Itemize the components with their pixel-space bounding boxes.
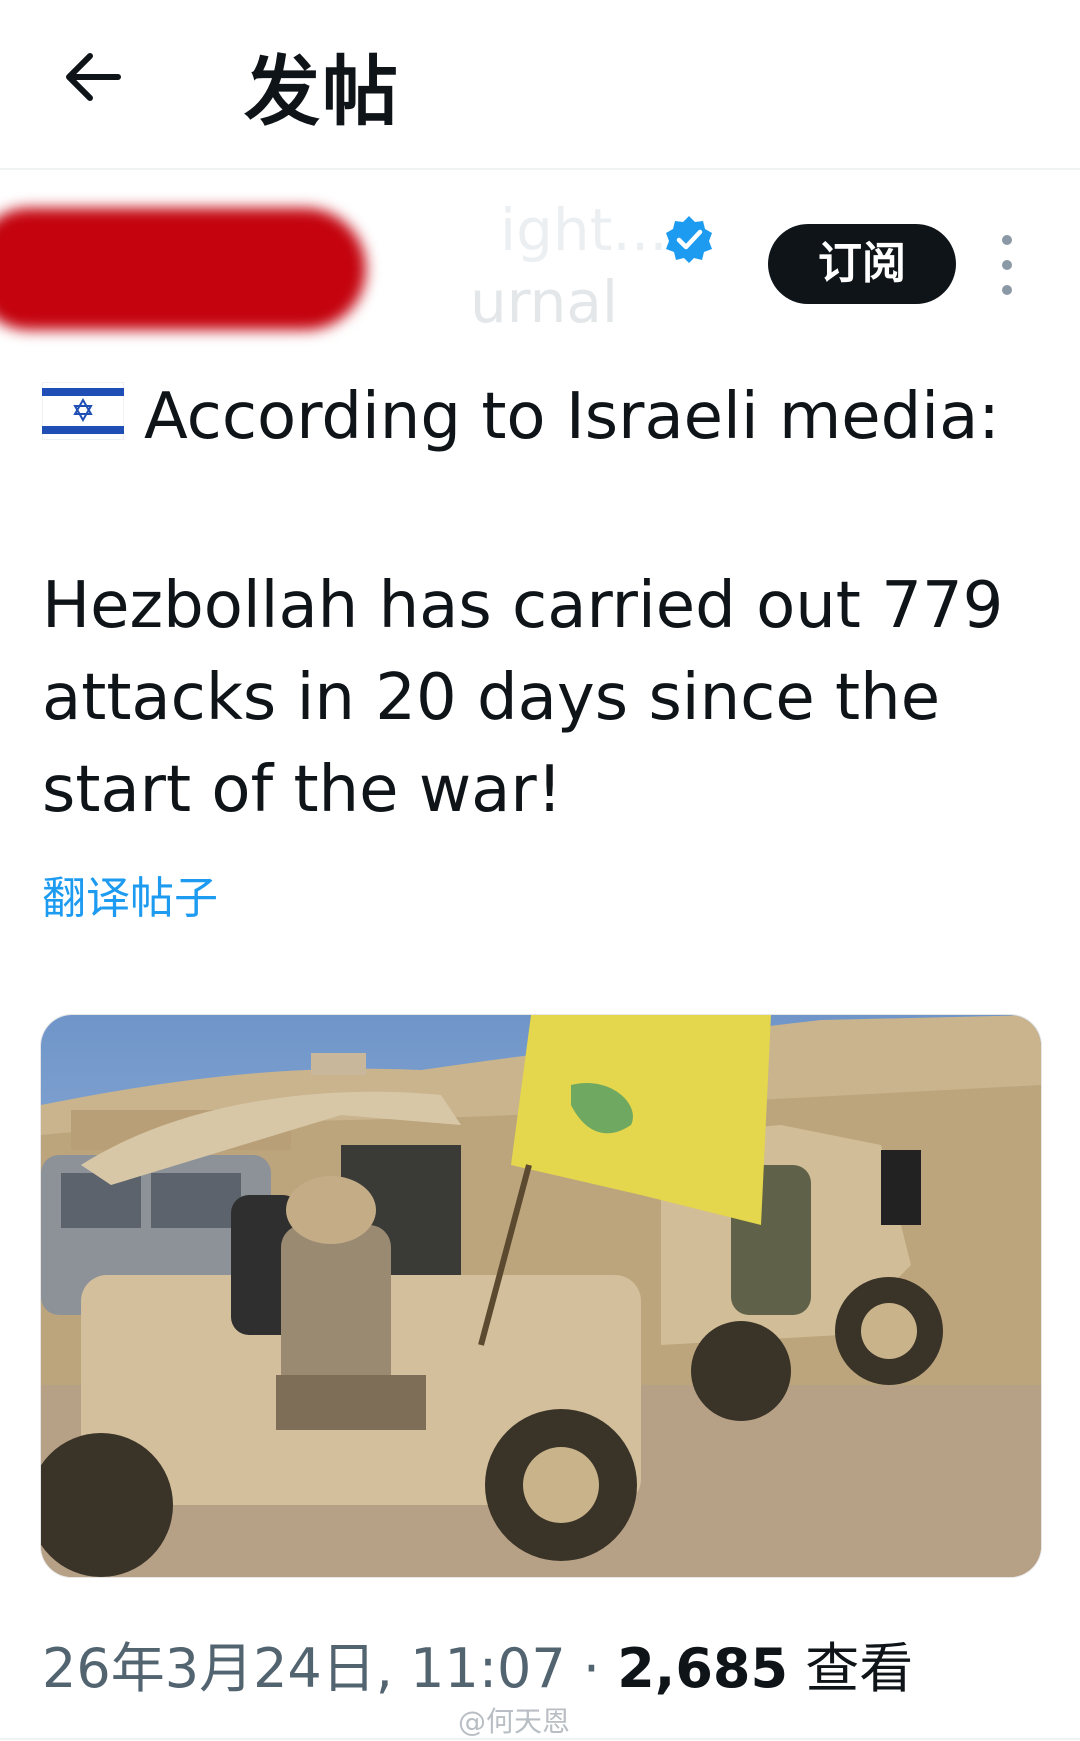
verified-badge-icon [666, 216, 712, 263]
author-row: ight... urnal 订阅 [0, 190, 1080, 360]
redacted-author-name [0, 200, 366, 330]
author-name[interactable]: ight... [500, 196, 668, 264]
post-lead-line: According to Israeli media: [42, 380, 1000, 460]
post-body: Hezbollah has carried out 779 attacks in… [42, 560, 1042, 836]
page-title: 发帖 [244, 47, 400, 136]
post-media-image[interactable] [40, 1014, 1042, 1578]
watermark: @何天恩 [458, 1705, 571, 1738]
author-handle[interactable]: urnal [470, 268, 618, 336]
post-timestamp[interactable]: 26年3月24日, 11:07 [42, 1637, 566, 1700]
israel-flag-icon [42, 382, 124, 440]
subscribe-button[interactable]: 订阅 [768, 224, 956, 304]
top-bar: 发帖 [0, 0, 1080, 170]
views-count: 2,685 [617, 1637, 789, 1700]
more-vertical-icon[interactable] [996, 230, 1018, 300]
views-label: 查看 [788, 1637, 914, 1700]
post-body-line: Hezbollah has carried out 779 [42, 569, 1004, 643]
divider [0, 1738, 1080, 1740]
post-body-line: start of the war! [42, 753, 563, 827]
post-lead-text: According to Israeli media: [144, 380, 1000, 454]
post-body-line: attacks in 20 days since the [42, 661, 941, 735]
meta-separator: · [565, 1637, 618, 1700]
arrow-left-icon[interactable] [58, 42, 128, 112]
translate-post-link[interactable]: 翻译帖子 [42, 862, 218, 926]
post-meta: 26年3月24日, 11:07 · 2,685 查看 [42, 1624, 913, 1703]
